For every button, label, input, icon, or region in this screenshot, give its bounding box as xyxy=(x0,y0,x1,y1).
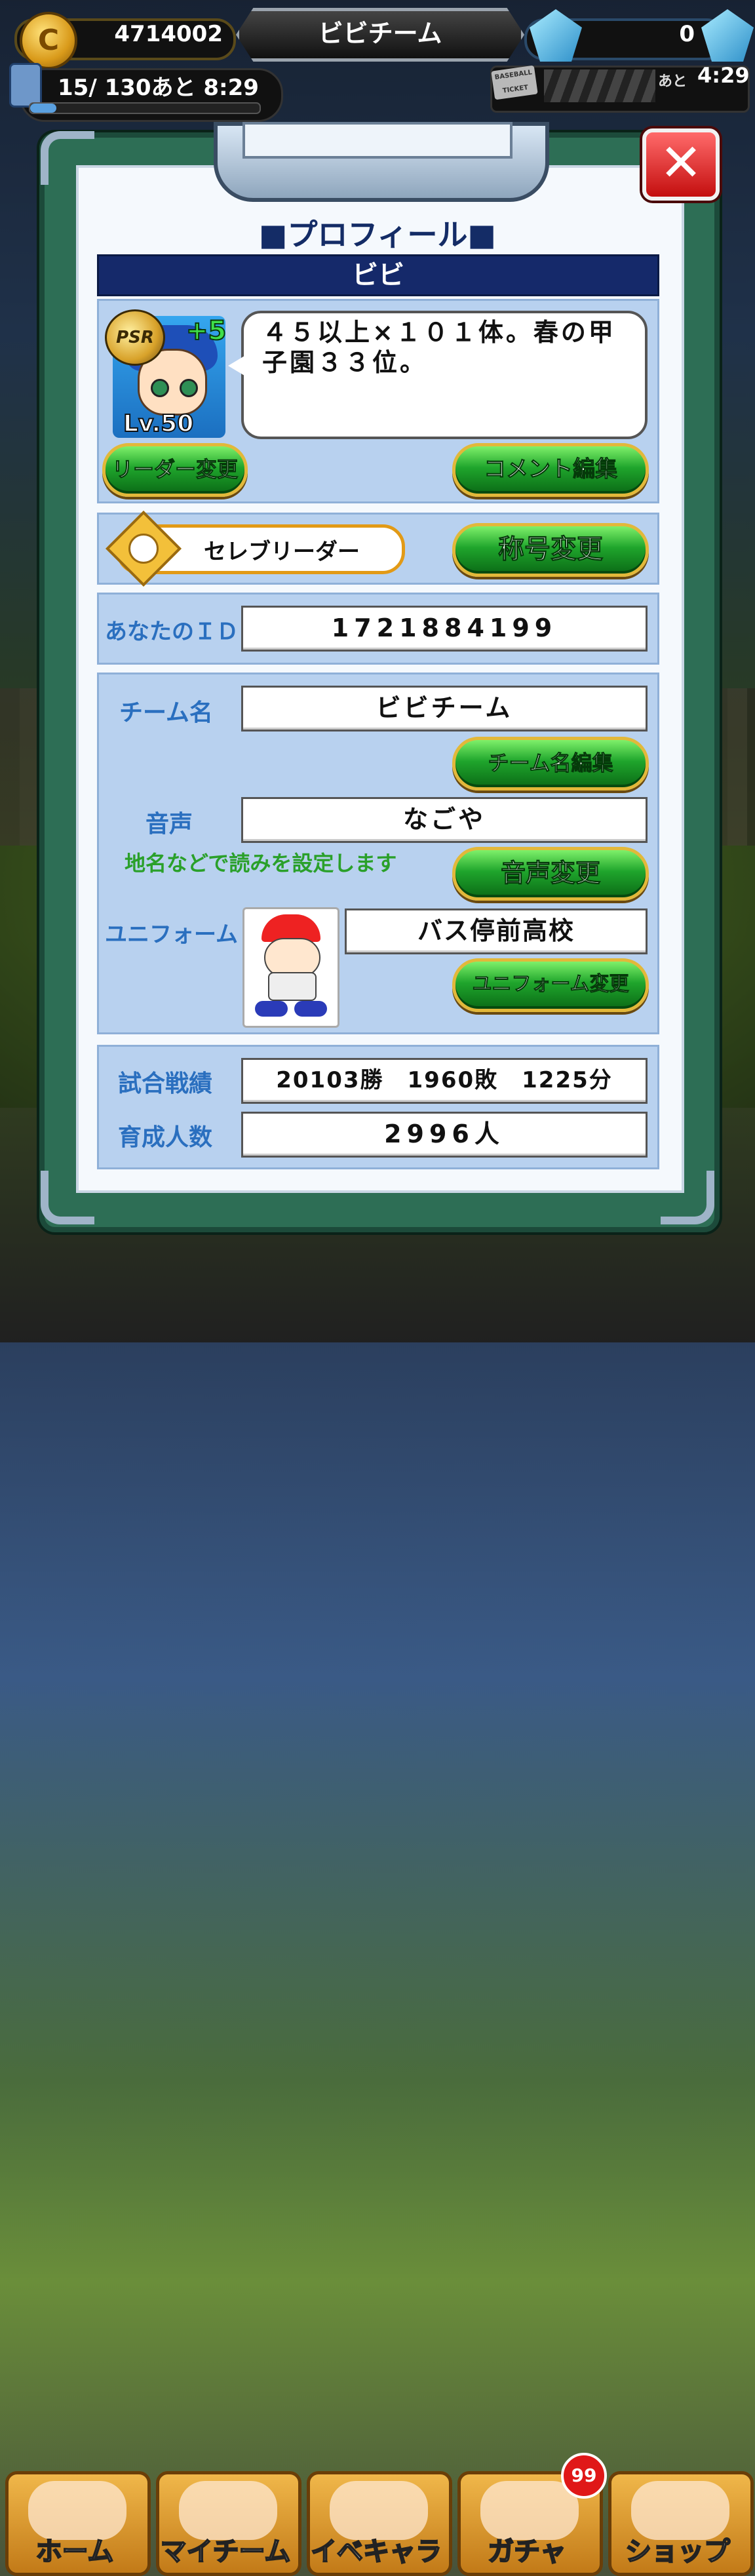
uniform-shoe xyxy=(255,1001,288,1017)
nav-gacha-label: ガチャ xyxy=(487,2536,567,2567)
id-value: 1721884199 xyxy=(241,606,648,652)
ticket-gauge xyxy=(544,69,655,102)
uniform-face xyxy=(264,938,320,977)
record-value: 20103勝 1960敗 1225分 xyxy=(241,1058,648,1104)
title-badge-text: セレブリーダー xyxy=(204,539,360,565)
uniform-shoe xyxy=(294,1001,327,1017)
ticket-timer: 4:29 xyxy=(697,63,750,88)
gem-value: 0 xyxy=(679,21,695,47)
coin-icon: C xyxy=(20,12,77,69)
voice-value: なごや xyxy=(241,797,648,843)
rarity-badge: PSR xyxy=(105,309,165,366)
top-status-bar: C 4714002 ビビチーム 0 15/ 130あと 8:29 BASEBAL… xyxy=(0,0,755,122)
comment-text: ４５以上×１０１体。春の甲子園３３位。 xyxy=(262,318,616,377)
plus-badge: +5 xyxy=(185,315,227,347)
clipboard-clip-plate xyxy=(242,122,513,159)
voice-label: 音声 xyxy=(145,811,193,838)
avatar-eye xyxy=(180,379,198,397)
team-name-value: ビビチーム xyxy=(241,686,648,732)
stamina-card-icon xyxy=(9,63,42,107)
nav-my-team-label: マイチーム xyxy=(160,2536,292,2567)
coin-value: 4714002 xyxy=(114,21,223,47)
uniform-body xyxy=(268,972,317,1001)
change-title-button[interactable]: 称号変更 xyxy=(452,523,649,577)
page-title: ■プロフィール■ xyxy=(258,217,496,252)
uniform-value: バス停前高校 xyxy=(345,908,648,954)
id-label: あなたのＩＤ xyxy=(105,619,239,645)
voice-hint: 地名などで読みを設定します xyxy=(125,851,397,876)
record-label: 試合戦績 xyxy=(118,1070,213,1097)
ticket-icon: BASEBALL TICKET xyxy=(491,65,538,100)
close-button[interactable]: ✕ xyxy=(642,128,720,201)
change-uniform-button[interactable]: ユニフォーム変更 xyxy=(452,958,649,1012)
change-voice-button[interactable]: 音声変更 xyxy=(452,847,649,901)
edit-team-name-button[interactable]: チーム名編集 xyxy=(452,737,649,790)
uniform-label: ユニフォーム xyxy=(105,922,238,948)
avatar-eye xyxy=(151,379,169,397)
trained-value: 2996人 xyxy=(241,1112,648,1158)
team-name-label: チーム名 xyxy=(119,699,213,726)
uniform-preview xyxy=(242,907,339,1028)
bottom-navigation: ホーム マイチーム イベキャラ ガチャ 99 ショップ xyxy=(0,1232,755,2576)
change-leader-button[interactable]: リーダー変更 xyxy=(102,443,248,497)
edit-comment-button[interactable]: コメント編集 xyxy=(452,443,649,497)
baseball-icon xyxy=(128,534,159,564)
nav-event-chara-label: イベキャラ xyxy=(310,2536,442,2567)
leader-level: Lv.50 xyxy=(123,410,194,438)
gacha-count-badge: 99 xyxy=(561,2453,607,2499)
nav-shop-label: ショップ xyxy=(625,2536,731,2567)
stamina-text: 15/ 130あと 8:29 xyxy=(58,75,259,101)
ticket-remaining-label: あと xyxy=(658,73,687,90)
stamina-bar-fill xyxy=(30,104,57,113)
stamina-bar xyxy=(29,102,261,114)
nav-home-label: ホーム xyxy=(35,2536,115,2567)
team-name-tab-label: ビビチーム xyxy=(318,19,442,48)
player-name-bar: ビビ xyxy=(97,254,659,296)
trained-label: 育成人数 xyxy=(118,1124,213,1151)
